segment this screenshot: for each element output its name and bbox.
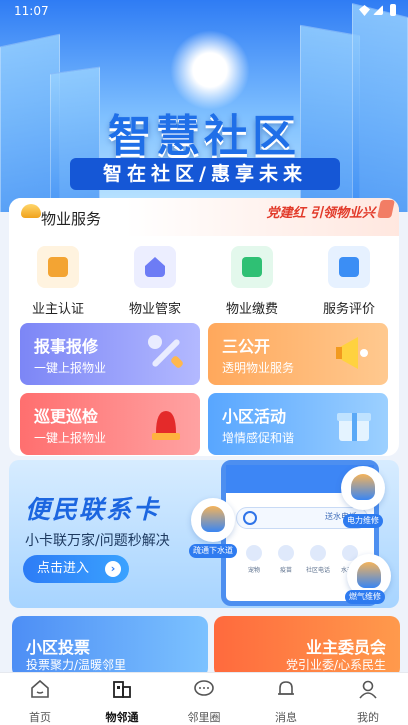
committee-title: 业主委员会 [305,638,386,657]
hero-title: 智慧社区 [108,111,300,162]
contact-card-banner[interactable]: 便民联系卡 小卡联万家/问题秒解决 点击进入 › 送水电话 宠物 疫苗 社区电话… [9,460,399,608]
bubble-label: 燃气维修 [345,590,385,604]
tile-repair[interactable]: 报事报修 一键上报物业 [20,323,200,385]
service-housekeeper[interactable]: 物业管家 [115,246,195,317]
bubble-label: 电力维修 [343,514,383,528]
vote-title: 小区投票 [26,638,91,657]
community-vote-card[interactable]: 小区投票 投票聚力/温暖邻里 [12,616,208,678]
tile-subtitle: 一键上报物业 [34,431,107,445]
party-slogan: 党建红 引领物业兴 [266,206,375,221]
bubble-label: 疏通下水道 [189,544,237,558]
tile-title: 小区活动 [222,407,287,426]
battery-icon [390,4,396,16]
tab-label: 物邻通 [105,711,139,724]
tab-mine[interactable]: 我的 [328,679,408,725]
service-label: 服务评价 [322,302,375,317]
bottom-tab-bar: 首页 物邻通 邻里圈 消息 我的 [0,672,408,725]
committee-subtitle: 党引业委/心系民生 [285,658,386,672]
tab-label: 我的 [357,711,379,724]
app-page: 智慧社区 智在社区/惠享未来 11:07 物业服务 党建红 引领物业兴 业主认证… [0,0,408,725]
banner-subtitle: 小卡联万家/问题秒解决 [25,533,170,549]
shortcut-icon [246,545,262,561]
shortcut-label: 疫苗 [279,567,292,574]
tab-label: 首页 [29,711,51,724]
home-icon [31,679,49,698]
tile-three-disclosures[interactable]: 三公开 透明物业服务 [208,323,388,385]
tab-messages[interactable]: 消息 [246,679,326,725]
slogan-mark-icon [377,200,395,218]
tab-label: 邻里圈 [187,711,221,724]
signal-icon [373,5,383,15]
tab-neighborhood[interactable]: 邻里圈 [164,679,244,725]
property-service-card: 物业服务 党建红 引领物业兴 业主认证 物业管家 物业缴费 服务评价 报事报修 … [9,198,399,456]
service-owner-auth[interactable]: 业主认证 [18,246,98,317]
tile-title: 三公开 [222,337,271,356]
status-time: 11:07 [14,4,49,18]
card-title: 物业服务 [41,210,102,228]
tile-subtitle: 一键上报物业 [34,361,107,375]
tab-home[interactable]: 首页 [0,679,80,725]
shortcut-label: 社区电话 [305,567,330,574]
megaphone-icon [336,337,368,369]
tile-subtitle: 透明物业服务 [222,361,295,375]
tab-label: 消息 [275,711,297,724]
hero-banner[interactable]: 智慧社区 智在社区/惠享未来 [0,0,408,212]
buildings-icon [113,681,131,698]
status-bar: 11:07 [0,0,408,22]
shortcut-label: 宠物 [247,567,260,574]
service-evaluation[interactable]: 服务评价 [309,246,389,317]
bell-icon [278,681,294,695]
shortcut-icon [310,545,326,561]
shortcut-icon [278,545,294,561]
tile-activities[interactable]: 小区活动 增情感促和谐 [208,393,388,455]
house-keeper-icon [134,246,176,288]
wallet-icon [231,246,273,288]
owner-committee-card[interactable]: 业主委员会 党引业委/心系民生 [214,616,400,678]
user-icon [359,680,377,699]
wifi-icon [359,5,370,16]
enter-button[interactable]: 点击进入 › [23,555,129,583]
enter-button-label: 点击进入 [37,561,90,576]
tab-wulintong[interactable]: 物邻通 [82,679,162,725]
electric-repair-avatar [341,466,385,510]
card-header: 物业服务 党建红 引领物业兴 [9,198,399,236]
gift-icon [337,413,371,441]
service-payment[interactable]: 物业缴费 [212,246,292,317]
tile-patrol[interactable]: 巡更巡检 一键上报物业 [20,393,200,455]
tile-title: 巡更巡检 [34,407,99,426]
wrench-icon [148,335,183,368]
pot-icon [21,204,41,218]
evaluation-icon [328,246,370,288]
service-label: 业主认证 [31,302,84,317]
vote-subtitle: 投票聚力/温暖邻里 [26,658,127,672]
service-label: 物业缴费 [225,302,278,317]
tile-title: 报事报修 [34,337,99,356]
chat-icon [194,680,214,696]
service-label: 物业管家 [128,302,181,317]
sun-glow [170,30,250,110]
hero-subtitle: 智在社区/惠享未来 [70,158,340,190]
search-icon [243,511,257,525]
banner-title: 便民联系卡 [25,495,161,524]
arrow-right-icon: › [105,561,121,577]
drain-unclog-avatar [191,498,235,542]
owner-id-icon [37,246,79,288]
alarm-light-icon [152,411,180,440]
tile-subtitle: 增情感促和谐 [222,431,295,445]
